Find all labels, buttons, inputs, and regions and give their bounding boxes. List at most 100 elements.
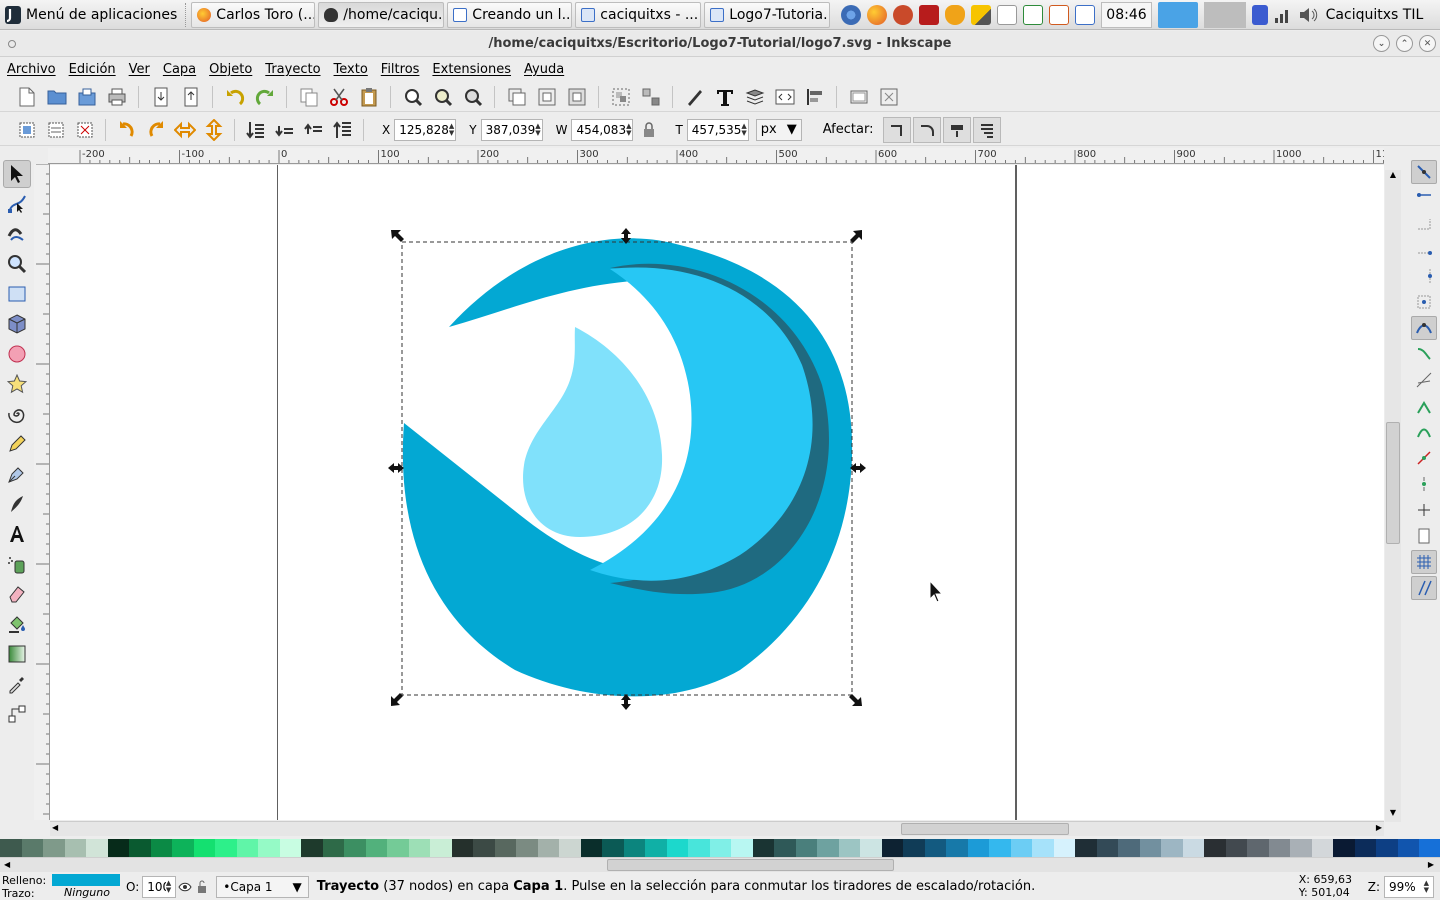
select-all-button[interactable]	[14, 117, 40, 143]
snap-bbox-centers[interactable]	[1411, 290, 1437, 314]
palette-swatch[interactable]	[43, 839, 65, 857]
handle-bottom[interactable]	[621, 694, 631, 710]
snap-bbox-edges[interactable]	[1411, 212, 1437, 236]
palette-swatch[interactable]	[860, 839, 882, 857]
x-input[interactable]: 125,828 ▲ ▼	[394, 118, 457, 141]
handle-bottom-left[interactable]	[391, 693, 403, 706]
tweak-tool[interactable]	[3, 220, 31, 248]
snap-bbox-midpoints[interactable]	[1411, 264, 1437, 288]
menu-ayuda[interactable]: Ayuda	[524, 62, 564, 77]
palette-swatch[interactable]	[1096, 839, 1118, 857]
palette-swatch[interactable]	[258, 839, 280, 857]
fill-stroke-indicator[interactable]: Ninguno	[52, 874, 122, 899]
palette-swatch[interactable]	[365, 839, 387, 857]
palette-swatch[interactable]	[537, 839, 559, 857]
import-button[interactable]	[148, 84, 174, 110]
snap-guides[interactable]	[1411, 576, 1437, 600]
menu-archivo[interactable]: Archivo	[7, 62, 56, 77]
palette-swatch[interactable]	[946, 839, 968, 857]
palette-swatch[interactable]	[623, 839, 645, 857]
selector-tool[interactable]	[3, 160, 31, 188]
user-name[interactable]: Caciquitxs TIL	[1326, 7, 1424, 23]
color-palette[interactable]	[0, 839, 1440, 857]
text-tool[interactable]	[3, 520, 31, 548]
layers-button[interactable]	[742, 84, 768, 110]
taskbar-task-folder-2[interactable]: Logo7-Tutoria...	[704, 1, 831, 28]
calligraphy-tool[interactable]	[3, 490, 31, 518]
menu-capa[interactable]: Capa	[163, 62, 196, 77]
snap-toggle[interactable]	[1411, 160, 1437, 184]
undo-button[interactable]	[222, 84, 248, 110]
network-signal-icon[interactable]	[1274, 6, 1292, 24]
app-menu-button[interactable]: Menú de aplicaciones	[0, 0, 183, 30]
palette-swatch[interactable]	[1397, 839, 1419, 857]
handle-bottom-right[interactable]	[849, 694, 862, 706]
snap-smooth-nodes[interactable]	[1411, 420, 1437, 444]
palette-swatch[interactable]	[64, 839, 86, 857]
spreadsheet-icon[interactable]	[1023, 4, 1044, 25]
text-font-button[interactable]	[712, 84, 738, 110]
snap-nodes[interactable]	[1411, 316, 1437, 340]
snap-intersections[interactable]	[1411, 368, 1437, 392]
spin-arrows-icon[interactable]: ▲ ▼	[449, 122, 454, 137]
palette-swatch[interactable]	[86, 839, 108, 857]
palette-scrollbar[interactable]: ◀ ▶	[0, 857, 1440, 872]
firefox-launcher-icon[interactable]	[867, 4, 888, 25]
zoom-tool[interactable]	[3, 250, 31, 278]
rectangle-tool[interactable]	[3, 280, 31, 308]
snap-rotation-centers[interactable]	[1411, 498, 1437, 522]
menu-edicion[interactable]: Edición	[69, 62, 116, 77]
fill-swatch[interactable]	[52, 874, 120, 886]
export-button[interactable]	[178, 84, 204, 110]
menu-ver[interactable]: Ver	[129, 62, 150, 77]
palette-swatch[interactable]	[817, 839, 839, 857]
palette-swatch[interactable]	[1311, 839, 1333, 857]
scale-stroke-toggle[interactable]	[883, 116, 912, 143]
taskbar-task-inkscape[interactable]: /home/caciqu...	[318, 1, 445, 28]
palette-swatch[interactable]	[1247, 839, 1269, 857]
palette-swatch[interactable]	[645, 839, 667, 857]
palette-swatch[interactable]	[795, 839, 817, 857]
palette-swatch[interactable]	[666, 839, 688, 857]
duplicate-button[interactable]	[504, 84, 530, 110]
unlink-clone-button[interactable]	[564, 84, 590, 110]
volume-icon[interactable]	[1298, 6, 1318, 24]
slides-icon[interactable]	[1049, 4, 1070, 25]
palette-swatch[interactable]	[1075, 839, 1097, 857]
y-input[interactable]: 387,039 ▲ ▼	[480, 118, 543, 141]
rotate-ccw-button[interactable]	[114, 117, 140, 143]
palette-swatch[interactable]	[172, 839, 194, 857]
palette-swatch[interactable]	[1268, 839, 1290, 857]
scroll-right-button[interactable]: ▶	[1376, 823, 1382, 832]
taskbar-task-folder-1[interactable]: caciquitxs - ...	[575, 1, 702, 28]
snap-paths[interactable]	[1411, 342, 1437, 366]
document-properties-button[interactable]	[846, 84, 872, 110]
new-document-button[interactable]	[14, 84, 40, 110]
palette-swatch[interactable]	[1032, 839, 1054, 857]
palette-swatch[interactable]	[516, 839, 538, 857]
raise-button[interactable]	[301, 117, 327, 143]
menu-trayecto[interactable]: Trayecto	[265, 62, 320, 77]
palette-swatch[interactable]	[1419, 839, 1440, 857]
scroll-left-button[interactable]: ◀	[52, 823, 58, 832]
palette-swatch[interactable]	[602, 839, 624, 857]
logo-water-drop[interactable]	[523, 327, 663, 537]
palette-swatch[interactable]	[451, 839, 473, 857]
move-gradients-toggle[interactable]	[943, 116, 972, 143]
palette-swatch[interactable]	[322, 839, 344, 857]
save-button[interactable]	[74, 84, 100, 110]
snap-bbox-corners[interactable]	[1411, 238, 1437, 262]
bucket-tool[interactable]	[3, 610, 31, 638]
rotate-cw-button[interactable]	[143, 117, 169, 143]
layer-visibility-toggle[interactable]	[176, 874, 194, 900]
current-layer-select[interactable]: •Capa 1 ▼	[216, 875, 309, 898]
shield-icon[interactable]	[945, 4, 966, 25]
palette-swatch[interactable]	[279, 839, 301, 857]
pencil-icon[interactable]	[971, 4, 992, 25]
palette-swatch[interactable]	[838, 839, 860, 857]
3d-box-tool[interactable]	[3, 310, 31, 338]
horizontal-scrollbar[interactable]: ◀ ▶	[50, 821, 1384, 836]
maximize-button[interactable]: ⌃	[1396, 35, 1413, 52]
gradient-tool[interactable]	[3, 640, 31, 668]
palette-swatch[interactable]	[967, 839, 989, 857]
